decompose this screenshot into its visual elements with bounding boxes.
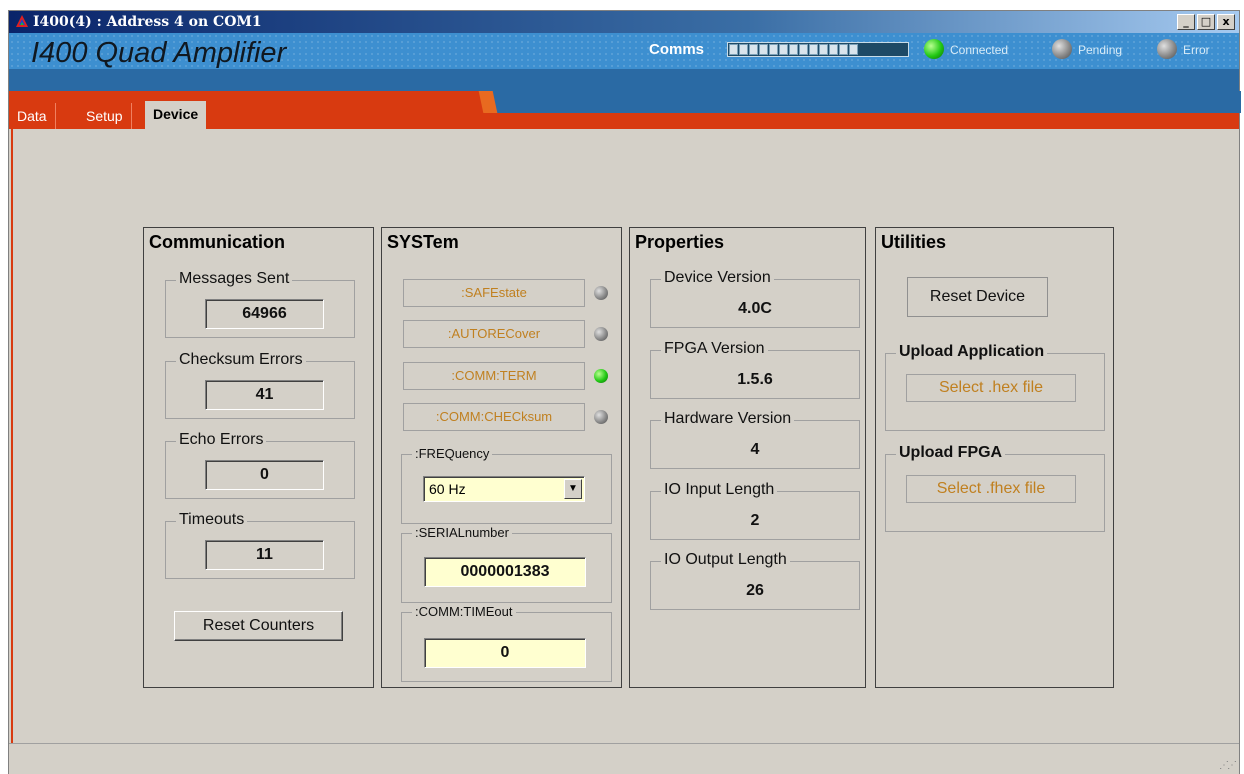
app-window: I400(4) : Address 4 on COM1 _ □ x I400 Q… [8, 10, 1241, 774]
checksum-errors-label: Checksum Errors [176, 351, 306, 369]
io-output-length-label: IO Output Length [661, 551, 790, 569]
device-version-value: 4.0C [738, 300, 772, 317]
tab-device[interactable]: Device [145, 101, 207, 129]
app-logo-icon [16, 15, 28, 27]
messages-sent-label: Messages Sent [176, 270, 293, 288]
comms-progress-segment [849, 44, 858, 55]
messages-sent-value: 64966 [205, 299, 324, 329]
upload-application-group: Upload Application Select .hex file [885, 343, 1105, 431]
title-bar[interactable]: I400(4) : Address 4 on COM1 _ □ x [9, 11, 1239, 33]
frequency-select[interactable]: 60 Hz ▼ [423, 476, 585, 502]
serial-number-group: :SERIALnumber 0000001383 [401, 525, 612, 603]
comm-term-led-icon [594, 369, 608, 383]
comms-progress-segment [799, 44, 808, 55]
comms-label: Comms [649, 41, 705, 58]
comms-progress-segment [839, 44, 848, 55]
connected-label: Connected [950, 43, 1009, 57]
checksum-errors-value: 41 [205, 380, 324, 410]
comms-progress-bar [727, 42, 909, 57]
messages-sent-group: Messages Sent 64966 [165, 270, 355, 338]
serial-number-label: :SERIALnumber [412, 525, 512, 540]
reset-counters-button[interactable]: Reset Counters [174, 611, 343, 641]
io-output-length-group: IO Output Length 26 [650, 551, 860, 610]
checksum-errors-group: Checksum Errors 41 [165, 351, 355, 419]
echo-errors-label: Echo Errors [176, 431, 267, 449]
upload-application-label: Upload Application [896, 343, 1048, 361]
autorecover-button[interactable]: :AUTORECover [403, 320, 585, 348]
comm-timeout-group: :COMM:TIMEout 0 [401, 604, 612, 682]
status-bar: ⋰⋰ [9, 743, 1239, 774]
fpga-version-group: FPGA Version 1.5.6 [650, 340, 860, 399]
window-title: I400(4) : Address 4 on COM1 [33, 14, 262, 30]
safestate-button[interactable]: :SAFEstate [403, 279, 585, 307]
serial-number-input[interactable]: 0000001383 [424, 557, 586, 587]
io-input-length-label: IO Input Length [661, 481, 778, 499]
hardware-version-value: 4 [750, 441, 760, 458]
echo-errors-value: 0 [205, 460, 324, 490]
comms-progress-segment [789, 44, 798, 55]
hardware-version-label: Hardware Version [661, 410, 795, 428]
echo-errors-group: Echo Errors 0 [165, 431, 355, 499]
dropdown-arrow-icon[interactable]: ▼ [564, 479, 582, 499]
tab-data[interactable]: Data [9, 103, 56, 129]
comm-checksum-led-icon [594, 410, 608, 424]
comms-progress-segment [729, 44, 738, 55]
comm-term-button[interactable]: :COMM:TERM [403, 362, 585, 390]
app-title: I400 Quad Amplifier [31, 37, 287, 69]
io-input-length-value: 2 [750, 512, 760, 529]
error-label: Error [1183, 43, 1210, 57]
timeouts-group: Timeouts 11 [165, 511, 355, 579]
io-output-length-value: 26 [746, 582, 764, 599]
properties-panel: Properties Device Version 4.0C FPGA Vers… [629, 227, 866, 688]
timeouts-value: 11 [205, 540, 324, 570]
tab-strip: Data Setup Device [9, 91, 1241, 129]
system-panel: SYSTem :SAFEstate :AUTORECover :COMM:TER… [381, 227, 622, 688]
select-hex-file-button[interactable]: Select .hex file [906, 374, 1076, 402]
pending-label: Pending [1078, 43, 1123, 57]
fpga-version-label: FPGA Version [661, 340, 768, 358]
comm-timeout-input[interactable]: 0 [424, 638, 586, 668]
system-title: SYSTem [387, 232, 459, 252]
maximize-button[interactable]: □ [1197, 14, 1215, 30]
comm-timeout-label: :COMM:TIMEout [412, 604, 516, 619]
comms-progress-segment [829, 44, 838, 55]
hardware-version-group: Hardware Version 4 [650, 410, 860, 469]
error-indicator-icon [1157, 39, 1177, 59]
tab-setup[interactable]: Setup [78, 103, 132, 129]
minimize-button[interactable]: _ [1177, 14, 1195, 30]
comms-progress-segment [769, 44, 778, 55]
timeouts-label: Timeouts [176, 511, 248, 529]
utilities-title: Utilities [881, 232, 947, 252]
frequency-value: 60 Hz [429, 481, 466, 497]
comms-progress-segment [759, 44, 768, 55]
select-fhex-file-button[interactable]: Select .fhex file [906, 475, 1076, 503]
comms-progress-segment [809, 44, 818, 55]
communication-panel: Communication Messages Sent 64966 Checks… [143, 227, 374, 688]
pending-indicator-icon [1052, 39, 1072, 59]
upload-fpga-group: Upload FPGA Select .fhex file [885, 444, 1105, 532]
communication-title: Communication [149, 232, 286, 252]
comms-progress-segment [819, 44, 828, 55]
comms-progress-segment [739, 44, 748, 55]
app-header: I400 Quad Amplifier Comms Connected Pend… [9, 33, 1239, 91]
comm-checksum-button[interactable]: :COMM:CHECksum [403, 403, 585, 431]
window-controls: _ □ x [1177, 14, 1235, 30]
autorecover-led-icon [594, 327, 608, 341]
resize-grip-icon[interactable]: ⋰⋰ [1219, 760, 1237, 771]
reset-device-button[interactable]: Reset Device [907, 277, 1048, 317]
io-input-length-group: IO Input Length 2 [650, 481, 860, 540]
connected-indicator-icon [924, 39, 944, 59]
upload-fpga-label: Upload FPGA [896, 444, 1006, 462]
comms-progress-segment [749, 44, 758, 55]
comms-progress-segment [779, 44, 788, 55]
close-button[interactable]: x [1217, 14, 1235, 30]
fpga-version-value: 1.5.6 [737, 371, 773, 388]
frequency-label: :FREQuency [412, 446, 493, 461]
device-version-group: Device Version 4.0C [650, 269, 860, 328]
device-version-label: Device Version [661, 269, 774, 287]
safestate-led-icon [594, 286, 608, 300]
properties-title: Properties [635, 232, 725, 252]
utilities-panel: Utilities Reset Device Upload Applicatio… [875, 227, 1114, 688]
